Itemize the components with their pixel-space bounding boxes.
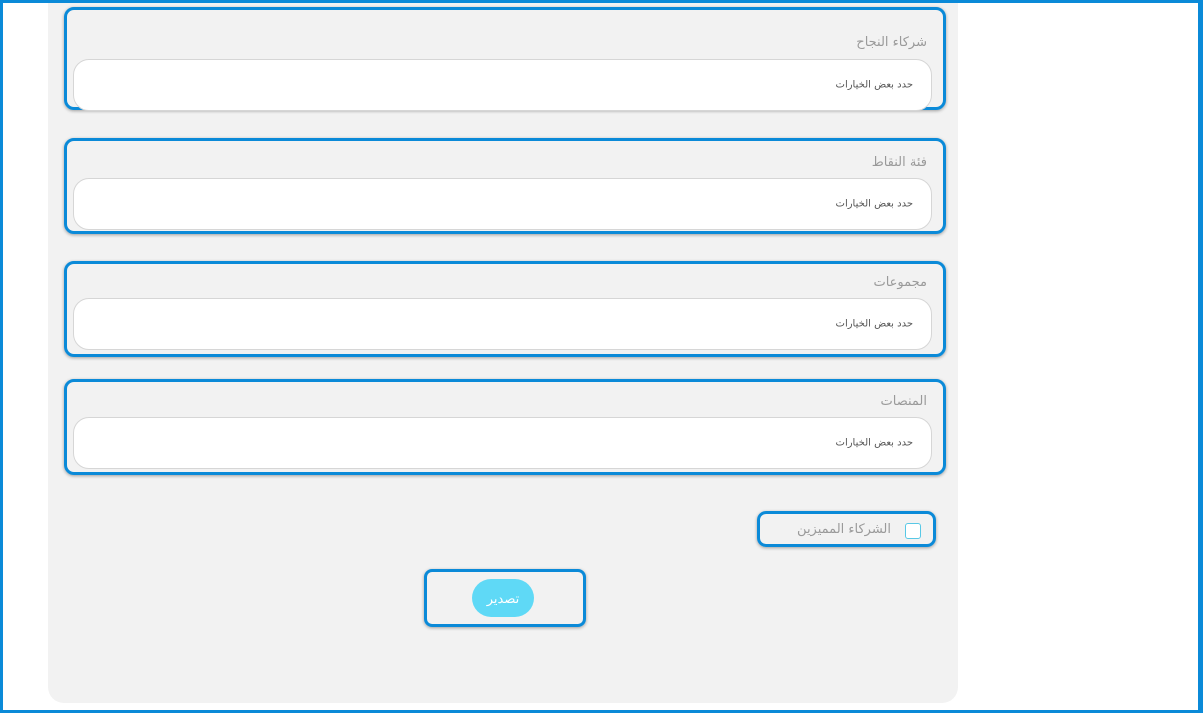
filter-label: المنصات — [880, 394, 927, 409]
filter-groups: مجموعات حدد بعض الخيارات — [64, 261, 946, 357]
export-area: تصدير — [424, 569, 586, 627]
success-partners-select[interactable]: حدد بعض الخيارات — [73, 59, 932, 111]
filter-label: مجموعات — [873, 275, 927, 290]
points-category-select[interactable]: حدد بعض الخيارات — [73, 178, 932, 230]
featured-partners-checkbox[interactable] — [905, 523, 921, 539]
export-button[interactable]: تصدير — [472, 579, 534, 617]
filter-platforms: المنصات حدد بعض الخيارات — [64, 379, 946, 475]
groups-select[interactable]: حدد بعض الخيارات — [73, 298, 932, 350]
select-placeholder: حدد بعض الخيارات — [835, 437, 913, 449]
filter-label: فئة النقاط — [871, 155, 927, 170]
filter-success-partners: شركاء النجاح حدد بعض الخيارات — [64, 7, 946, 111]
filter-label: شركاء النجاح — [856, 35, 927, 50]
select-placeholder: حدد بعض الخيارات — [835, 79, 913, 91]
featured-partners-option[interactable]: الشركاء المميزين — [757, 511, 936, 547]
featured-partners-label: الشركاء المميزين — [797, 522, 891, 537]
platforms-select[interactable]: حدد بعض الخيارات — [73, 417, 932, 469]
select-placeholder: حدد بعض الخيارات — [835, 318, 913, 330]
filter-points-category: فئة النقاط حدد بعض الخيارات — [64, 138, 946, 234]
select-placeholder: حدد بعض الخيارات — [835, 198, 913, 210]
